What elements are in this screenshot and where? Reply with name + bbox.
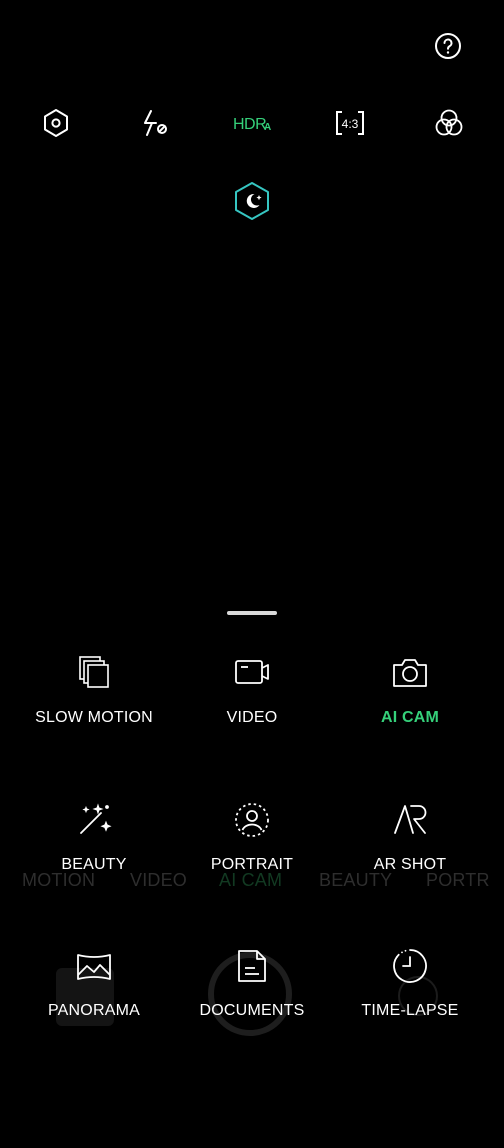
mode-panorama[interactable]: PANORAMA bbox=[10, 948, 178, 1068]
aspect-ratio-text: 4:3 bbox=[342, 117, 359, 131]
timer-icon bbox=[392, 948, 428, 984]
aspect-ratio-button[interactable]: 4:3 bbox=[335, 108, 365, 138]
document-icon bbox=[234, 948, 270, 984]
hdr-auto-icon: HDR A bbox=[232, 110, 274, 136]
mode-label: BEAUTY bbox=[61, 856, 127, 873]
mode-label: DOCUMENTS bbox=[199, 1002, 305, 1019]
mode-label: VIDEO bbox=[226, 709, 278, 726]
drag-handle[interactable] bbox=[227, 611, 277, 615]
camera-icon bbox=[392, 655, 428, 691]
hdr-text: HDR bbox=[233, 116, 266, 133]
aspect-ratio-icon: 4:3 bbox=[335, 108, 365, 138]
mode-documents[interactable]: DOCUMENTS bbox=[168, 948, 336, 1068]
flash-off-icon bbox=[140, 108, 170, 138]
mode-label: PORTRAIT bbox=[210, 856, 294, 873]
mode-grid: SLOW MOTION VIDEO AI CAM BEAUTY PORTRAIT… bbox=[10, 650, 494, 1050]
hexagon-settings-icon bbox=[42, 108, 70, 138]
night-mode-icon bbox=[233, 181, 271, 221]
mode-portrait[interactable]: PORTRAIT bbox=[168, 802, 336, 922]
night-mode-button[interactable] bbox=[233, 181, 271, 221]
mode-label: PANORAMA bbox=[48, 1002, 140, 1019]
mode-video[interactable]: VIDEO bbox=[168, 655, 336, 775]
help-button[interactable] bbox=[434, 32, 462, 60]
ar-icon bbox=[392, 802, 428, 838]
mode-ai-cam[interactable]: AI CAM bbox=[326, 655, 494, 775]
question-circle-icon bbox=[434, 32, 462, 60]
settings-button[interactable] bbox=[42, 108, 70, 138]
mode-label: TIME-LAPSE bbox=[361, 1002, 459, 1019]
panorama-icon bbox=[76, 948, 112, 984]
mode-time-lapse[interactable]: TIME-LAPSE bbox=[326, 948, 494, 1068]
hdr-auto-text: A bbox=[264, 122, 271, 133]
flash-button[interactable] bbox=[140, 108, 170, 138]
portrait-icon bbox=[234, 802, 270, 838]
mode-beauty[interactable]: BEAUTY bbox=[10, 802, 178, 922]
top-controls: HDR A 4:3 bbox=[0, 104, 504, 144]
mode-label: SLOW MOTION bbox=[35, 709, 153, 726]
video-camera-icon bbox=[234, 655, 270, 691]
mode-label: AR SHOT bbox=[373, 856, 447, 873]
filter-circles-icon bbox=[434, 108, 464, 138]
filter-button[interactable] bbox=[434, 108, 464, 138]
mode-slow-motion[interactable]: SLOW MOTION bbox=[10, 655, 178, 775]
hdr-button[interactable]: HDR A bbox=[232, 110, 274, 136]
magic-wand-icon bbox=[76, 802, 112, 838]
slow-motion-icon bbox=[76, 655, 112, 691]
mode-ar-shot[interactable]: AR SHOT bbox=[326, 802, 494, 922]
mode-label: AI CAM bbox=[380, 709, 440, 726]
